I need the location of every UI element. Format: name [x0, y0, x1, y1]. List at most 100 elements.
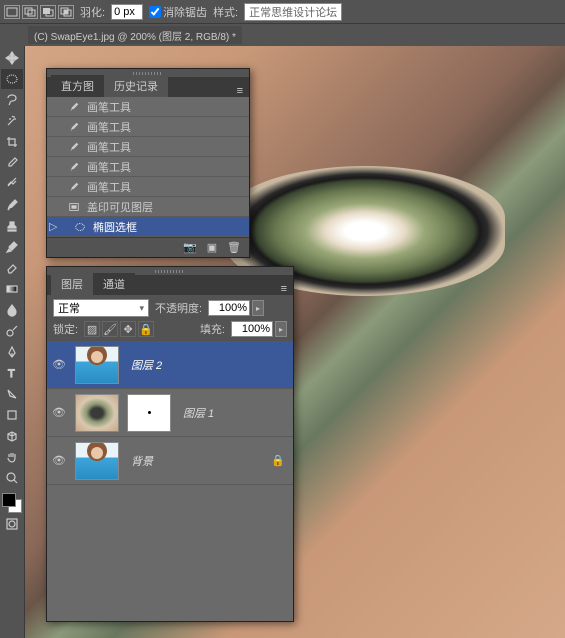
lasso-tool[interactable] — [1, 90, 23, 110]
hand-tool[interactable] — [1, 447, 23, 467]
visibility-eye-icon[interactable]: 👁 — [47, 358, 71, 371]
history-marker-icon: ▷ — [49, 220, 63, 234]
style-label: 样式: — [213, 4, 238, 20]
new-selection-icon[interactable] — [4, 5, 20, 19]
visibility-eye-icon[interactable]: 👁 — [47, 406, 71, 419]
marquee-tool[interactable] — [1, 69, 23, 89]
layer-thumbnail[interactable] — [75, 394, 119, 432]
history-footer: 📷 ▣ 🗑 — [47, 237, 249, 257]
history-step-label: 椭圆选框 — [93, 219, 137, 235]
history-step-icon — [67, 200, 81, 214]
add-selection-icon[interactable] — [22, 5, 38, 19]
selection-mode-group — [4, 5, 74, 19]
path-tool[interactable] — [1, 384, 23, 404]
svg-text:T: T — [8, 368, 15, 380]
fill-input[interactable] — [231, 321, 273, 337]
lock-position-icon[interactable]: ✥ — [120, 321, 136, 337]
visibility-eye-icon[interactable]: 👁 — [47, 454, 71, 467]
tab-channels[interactable]: 通道 — [93, 273, 135, 295]
layer-item[interactable]: 👁 图层 1 — [47, 389, 293, 437]
antialias-label: 消除锯齿 — [163, 4, 207, 20]
blend-mode-select[interactable]: 正常▾ — [53, 299, 149, 317]
history-step-label: 画笔工具 — [87, 139, 131, 155]
gradient-tool[interactable] — [1, 279, 23, 299]
tab-layers[interactable]: 图层 — [51, 273, 93, 295]
antialias-checkbox[interactable]: 消除锯齿 — [149, 4, 207, 20]
history-panel-tabs: 直方图 历史记录 ≡ — [47, 77, 249, 97]
lock-pixels-icon[interactable]: 🖌 — [102, 321, 118, 337]
lock-icon: 🔒 — [271, 454, 285, 467]
move-tool[interactable] — [1, 48, 23, 68]
tab-history[interactable]: 历史记录 — [104, 75, 168, 97]
layer-item[interactable]: 👁 背景 🔒 — [47, 437, 293, 485]
layer-name-label[interactable]: 图层 2 — [123, 357, 162, 373]
antialias-check-input[interactable] — [149, 6, 161, 18]
blur-tool[interactable] — [1, 300, 23, 320]
lock-all-icon[interactable]: 🔒 — [138, 321, 154, 337]
history-item[interactable]: 盖印可见图层 — [47, 197, 249, 217]
history-trash-icon[interactable]: 🗑 — [227, 241, 241, 255]
opacity-input[interactable] — [208, 300, 250, 316]
shape-tool[interactable] — [1, 405, 23, 425]
layer-name-label[interactable]: 背景 — [123, 453, 153, 469]
history-item[interactable]: 画笔工具 — [47, 157, 249, 177]
layer-mask-thumbnail[interactable] — [127, 394, 171, 432]
lock-icons: ▨ 🖌 ✥ 🔒 — [84, 321, 154, 337]
history-step-icon — [67, 120, 81, 134]
history-step-icon — [67, 140, 81, 154]
brush-tool[interactable] — [1, 195, 23, 215]
layers-controls: 正常▾ 不透明度: ▸ 锁定: ▨ 🖌 ✥ 🔒 填充: ▸ — [47, 295, 293, 341]
fg-color-swatch[interactable] — [2, 493, 16, 507]
heal-tool[interactable] — [1, 174, 23, 194]
document-tab[interactable]: (C) SwapEye1.jpg @ 200% (图层 2, RGB/8) * — [28, 26, 242, 44]
layers-panel-tabs: 图层 通道 ≡ — [47, 275, 293, 295]
pen-tool[interactable] — [1, 342, 23, 362]
style-select[interactable]: 正常思维设计论坛 — [244, 3, 342, 21]
history-item[interactable]: 画笔工具 — [47, 117, 249, 137]
history-step-icon — [67, 160, 81, 174]
type-tool[interactable]: T — [1, 363, 23, 383]
layer-name-label[interactable]: 图层 1 — [175, 405, 214, 421]
history-step-label: 画笔工具 — [87, 119, 131, 135]
history-item[interactable]: 画笔工具 — [47, 177, 249, 197]
history-new-icon[interactable]: ▣ — [205, 241, 219, 255]
history-panel: 直方图 历史记录 ≡ 画笔工具画笔工具画笔工具画笔工具画笔工具盖印可见图层▷椭圆… — [46, 68, 250, 258]
eyedropper-tool[interactable] — [1, 153, 23, 173]
layers-list: 👁 图层 2 👁 图层 1 👁 背景 🔒 — [47, 341, 293, 621]
history-item[interactable]: 画笔工具 — [47, 137, 249, 157]
lock-transparency-icon[interactable]: ▨ — [84, 321, 100, 337]
history-item[interactable]: ▷ 椭圆选框 — [47, 217, 249, 237]
crop-tool[interactable] — [1, 132, 23, 152]
history-list: 画笔工具画笔工具画笔工具画笔工具画笔工具盖印可见图层▷椭圆选框 — [47, 97, 249, 237]
eraser-tool[interactable] — [1, 258, 23, 278]
layer-thumbnail[interactable] — [75, 346, 119, 384]
color-swatches[interactable] — [2, 493, 22, 513]
tools-panel: T — [0, 46, 25, 638]
zoom-tool[interactable] — [1, 468, 23, 488]
history-snapshot-icon[interactable]: 📷 — [183, 241, 197, 255]
wand-tool[interactable] — [1, 111, 23, 131]
layers-panel: 图层 通道 ≡ 正常▾ 不透明度: ▸ 锁定: ▨ 🖌 ✥ 🔒 填充: — [46, 266, 294, 622]
opacity-arrow[interactable]: ▸ — [252, 300, 264, 316]
history-brush-tool[interactable] — [1, 237, 23, 257]
stamp-tool[interactable] — [1, 216, 23, 236]
subtract-selection-icon[interactable] — [40, 5, 56, 19]
layer-item[interactable]: 👁 图层 2 — [47, 341, 293, 389]
tab-histogram[interactable]: 直方图 — [51, 75, 104, 97]
history-step-icon — [73, 220, 87, 234]
history-step-icon — [67, 180, 81, 194]
options-bar: 羽化: 消除锯齿 样式: 正常思维设计论坛 — [0, 0, 565, 24]
history-panel-menu[interactable]: ≡ — [231, 85, 249, 97]
history-step-label: 盖印可见图层 — [87, 199, 153, 215]
feather-input[interactable] — [111, 4, 143, 20]
dodge-tool[interactable] — [1, 321, 23, 341]
fill-arrow[interactable]: ▸ — [275, 321, 287, 337]
history-step-icon — [67, 100, 81, 114]
history-item[interactable]: 画笔工具 — [47, 97, 249, 117]
layer-thumbnail[interactable] — [75, 442, 119, 480]
layers-panel-menu[interactable]: ≡ — [275, 283, 293, 295]
history-step-label: 画笔工具 — [87, 159, 131, 175]
3d-tool[interactable] — [1, 426, 23, 446]
quickmask-toggle[interactable] — [1, 514, 23, 534]
intersect-selection-icon[interactable] — [58, 5, 74, 19]
